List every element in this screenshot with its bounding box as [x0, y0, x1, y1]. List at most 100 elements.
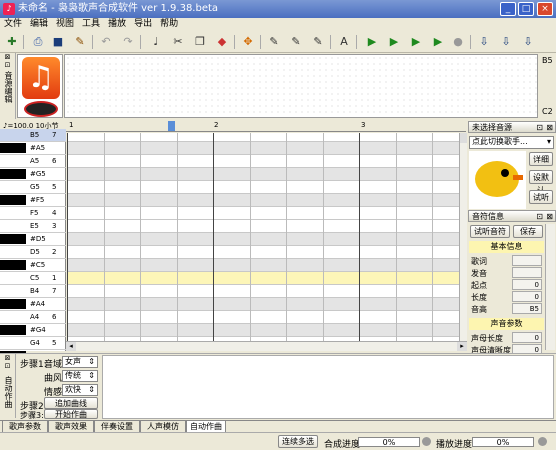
undo-icon[interactable]: ↶ [98, 34, 114, 50]
field-input[interactable]: 0 [512, 332, 542, 343]
menu-tools[interactable]: 工具 [78, 18, 104, 31]
piano-key[interactable]: C5 1 [0, 272, 66, 285]
save-icon[interactable]: ■ [50, 34, 66, 50]
pin-icon[interactable]: ⊡ [536, 211, 543, 222]
export3-icon[interactable]: ⇩ [520, 34, 536, 50]
grid-row[interactable] [67, 142, 459, 155]
multi-select-button[interactable]: 连续多选 [278, 435, 318, 448]
black-key[interactable] [0, 260, 26, 270]
grid-row[interactable] [67, 259, 459, 272]
piano-key[interactable]: B5 7 [0, 129, 66, 142]
mood-select[interactable]: 欢快 ⇕ [62, 384, 98, 396]
save-note-button[interactable]: 保存 [513, 225, 543, 238]
new-icon[interactable]: ✚ [4, 34, 20, 50]
piano-roll-grid[interactable] [67, 133, 459, 351]
piano-key[interactable]: A5 6 [0, 155, 66, 168]
ruler[interactable]: ♪=100.0 10小节 1 2 3 [0, 120, 466, 132]
black-key[interactable] [0, 234, 26, 244]
maximize-button[interactable]: □ [518, 2, 534, 16]
piano-key[interactable]: F5 4 [0, 207, 66, 220]
piano-key[interactable]: #A4 [0, 298, 66, 311]
close-icon[interactable]: ⊠ [546, 122, 553, 133]
grid-row[interactable] [67, 311, 459, 324]
grid-row[interactable] [67, 155, 459, 168]
menu-export[interactable]: 导出 [130, 18, 156, 31]
edit-icon[interactable]: ✎ [72, 34, 88, 50]
grid-row[interactable] [67, 133, 459, 142]
piano-key[interactable]: G4 5 [0, 337, 66, 350]
piano-key[interactable]: G5 5 [0, 181, 66, 194]
piano-key[interactable]: #C5 [0, 259, 66, 272]
close-icon[interactable]: ⊠ [546, 211, 553, 222]
note-panel-scrollbar[interactable] [545, 224, 555, 350]
piano-key[interactable]: B4 7 [0, 285, 66, 298]
pitch-curve-area[interactable] [64, 54, 538, 118]
play4-icon[interactable]: ▶ [430, 34, 446, 50]
scroll-right-arrow[interactable]: ▸ [457, 342, 467, 351]
grid-row[interactable] [67, 324, 459, 337]
pin-icon[interactable]: ⊡ [0, 362, 15, 370]
field-input[interactable] [512, 267, 542, 278]
grid-row[interactable] [67, 233, 459, 246]
play-stop-icon[interactable] [538, 437, 547, 446]
piano-key[interactable]: #G4 [0, 324, 66, 337]
piano-key[interactable]: D5 2 [0, 246, 66, 259]
vertical-scrollbar[interactable] [459, 133, 467, 351]
pin-icon[interactable]: ⊡ [0, 61, 15, 69]
playhead-marker[interactable] [168, 121, 175, 131]
play3-icon[interactable]: ▶ [408, 34, 424, 50]
export2-icon[interactable]: ⇩ [498, 34, 514, 50]
copy-icon[interactable]: ❐ [192, 34, 208, 50]
play-icon[interactable]: ▶ [364, 34, 380, 50]
grid-row[interactable] [67, 246, 459, 259]
grid-row[interactable] [67, 272, 459, 285]
scroll-left-arrow[interactable]: ◂ [66, 342, 76, 351]
cut-icon[interactable]: ✂ [170, 34, 186, 50]
grid-row[interactable] [67, 168, 459, 181]
piano-key[interactable]: #A5 [0, 142, 66, 155]
field-input[interactable] [512, 255, 542, 266]
close-icon[interactable]: ⊠ [0, 354, 15, 362]
note-icon[interactable]: ♩ [148, 34, 164, 50]
menu-view[interactable]: 视图 [52, 18, 78, 31]
pen3-icon[interactable]: ✎ [310, 34, 326, 50]
details-button[interactable]: 详细 [529, 152, 553, 166]
singer-dropdown[interactable]: 点此切换歌手... ▾ [469, 136, 554, 149]
menu-play[interactable]: 播放 [104, 18, 130, 31]
horizontal-scrollbar[interactable]: ◂ ▸ [66, 341, 467, 351]
menu-file[interactable]: 文件 [0, 18, 26, 31]
grid-row[interactable] [67, 194, 459, 207]
grid-row[interactable] [67, 285, 459, 298]
close-button[interactable]: × [537, 2, 553, 16]
black-key[interactable] [0, 299, 26, 309]
start-compose-button[interactable]: 开始作曲 [44, 409, 98, 419]
add-curve-button[interactable]: 追加曲线 [44, 397, 98, 409]
field-input[interactable]: 0 [512, 291, 542, 302]
field-input[interactable]: 0 [512, 279, 542, 290]
text-icon[interactable]: A [336, 34, 352, 50]
piano-key[interactable]: E5 3 [0, 220, 66, 233]
print-icon[interactable]: ⎙ [30, 34, 46, 50]
range-select[interactable]: 女声 ⇕ [62, 356, 98, 368]
move-icon[interactable]: ✥ [240, 34, 256, 50]
scroll-up-arrow[interactable] [460, 133, 467, 143]
pin-icon[interactable]: ⊡ [536, 122, 543, 133]
grid-row[interactable] [67, 181, 459, 194]
export-icon[interactable]: ⇩ [476, 34, 492, 50]
black-key[interactable] [0, 169, 26, 179]
stop-icon[interactable]: ● [450, 34, 466, 50]
black-key[interactable] [0, 195, 26, 205]
eraser-icon[interactable]: ◆ [214, 34, 230, 50]
menu-edit[interactable]: 编辑 [26, 18, 52, 31]
play2-icon[interactable]: ▶ [386, 34, 402, 50]
grid-row[interactable] [67, 298, 459, 311]
black-key[interactable] [0, 325, 26, 335]
pen-icon[interactable]: ✎ [266, 34, 282, 50]
field-input[interactable]: B5 [512, 303, 542, 314]
piano-key[interactable]: A4 6 [0, 311, 66, 324]
redo-icon[interactable]: ↷ [120, 34, 136, 50]
close-icon[interactable]: ⊠ [0, 53, 15, 61]
grid-row[interactable] [67, 220, 459, 233]
minimize-button[interactable]: _ [500, 2, 516, 16]
grid-row[interactable] [67, 207, 459, 220]
